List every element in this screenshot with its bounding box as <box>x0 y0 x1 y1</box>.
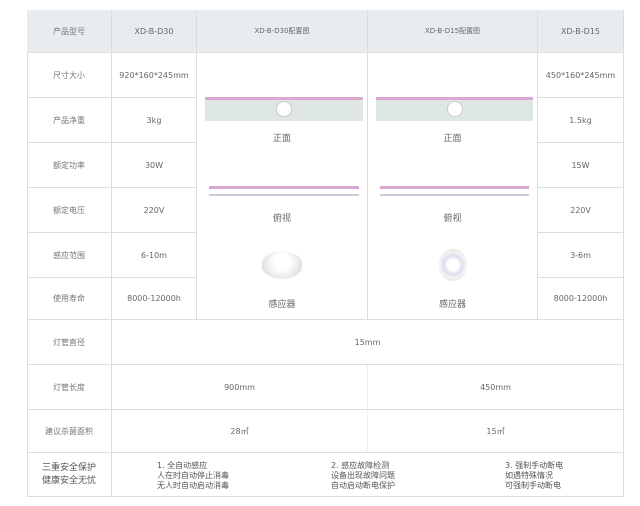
caption-top: 俯视 <box>443 214 462 224</box>
feature-line: 无人时自动启动消毒 <box>157 481 229 490</box>
spec-row-d30: 30W <box>112 143 197 188</box>
spec-row-label: 感应范围 <box>27 233 112 278</box>
d15-config-images: 正面 俯视 感应器 <box>368 53 538 320</box>
tube-diameter-label: 灯管直径 <box>27 320 112 365</box>
feature-line: 如遇特殊情况 <box>505 471 553 480</box>
spec-row-label: 使用寿命 <box>27 278 112 320</box>
header-model-d15: XD-B-D15 <box>538 10 624 53</box>
tube-length-d30: 900mm <box>112 365 368 410</box>
safety-feature: 1. 全自动感应 人在时自动停止消毒 无人时自动启动消毒 <box>157 461 229 491</box>
spec-row-label: 额定功率 <box>27 143 112 188</box>
caption-top: 俯视 <box>272 214 291 224</box>
lamp-front-image <box>205 97 363 121</box>
spec-row-d15: 15W <box>538 143 624 188</box>
tube-length-d15: 450mm <box>368 365 624 410</box>
sensor-image <box>438 249 467 281</box>
feature-line: 可强制手动断电 <box>505 481 561 490</box>
spec-row-d30: 920*160*245mm <box>112 53 197 98</box>
spec-row-d15: 220V <box>538 188 624 233</box>
header-config-d15: XD-B-D15配置图 <box>368 10 538 53</box>
lamp-top-image <box>209 186 359 196</box>
feature-title: 1. 全自动感应 <box>157 461 208 470</box>
feature-line: 自动启动断电保护 <box>331 481 395 490</box>
spec-row-d30: 3kg <box>112 98 197 143</box>
safety-feature: 3. 强制手动断电 如遇特殊情况 可强制手动断电 <box>505 461 563 491</box>
spec-row-d30: 220V <box>112 188 197 233</box>
spec-row-d15: 3-6m <box>538 233 624 278</box>
tube-length-label: 灯管长度 <box>27 365 112 410</box>
lamp-top-image <box>380 186 529 196</box>
caption-sensor: 感应器 <box>268 300 296 310</box>
feature-title: 2. 感应故障检测 <box>331 461 390 470</box>
tube-diameter-value: 15mm <box>112 320 624 365</box>
caption-front: 正面 <box>272 134 291 144</box>
area-d30: 28㎡ <box>112 410 368 453</box>
feature-line: 设备出现故障问题 <box>331 471 395 480</box>
safety-feature: 2. 感应故障检测 设备出现故障问题 自动启动断电保护 <box>331 461 395 491</box>
safety-label: 三重安全保护 健康安全无忧 <box>27 453 112 497</box>
spec-row-label: 产品净重 <box>27 98 112 143</box>
caption-sensor: 感应器 <box>438 300 466 310</box>
spec-row-d30: 8000-12000h <box>112 278 197 320</box>
spec-row-d30: 6-10m <box>112 233 197 278</box>
area-d15: 15㎡ <box>368 410 624 453</box>
spec-row-d15: 450*160*245mm <box>538 53 624 98</box>
spec-row-label: 尺寸大小 <box>27 53 112 98</box>
sensor-image <box>262 251 302 279</box>
caption-front: 正面 <box>443 134 462 144</box>
spec-row-label: 额定电压 <box>27 188 112 233</box>
lamp-front-image <box>376 97 533 121</box>
safety-label-line1: 三重安全保护 <box>41 462 96 473</box>
area-label: 建议杀菌面积 <box>27 410 112 453</box>
header-model-d30: XD-B-D30 <box>112 10 197 53</box>
spec-row-d15: 1.5kg <box>538 98 624 143</box>
safety-label-line2: 健康安全无忧 <box>41 475 96 486</box>
spec-row-d15: 8000-12000h <box>538 278 624 320</box>
d30-config-images: 正面 俯视 感应器 <box>197 53 368 320</box>
header-label: 产品型号 <box>27 10 112 53</box>
feature-line: 人在时自动停止消毒 <box>157 471 229 480</box>
header-config-d30: XD-B-D30配置图 <box>197 10 368 53</box>
feature-title: 3. 强制手动断电 <box>505 461 564 470</box>
